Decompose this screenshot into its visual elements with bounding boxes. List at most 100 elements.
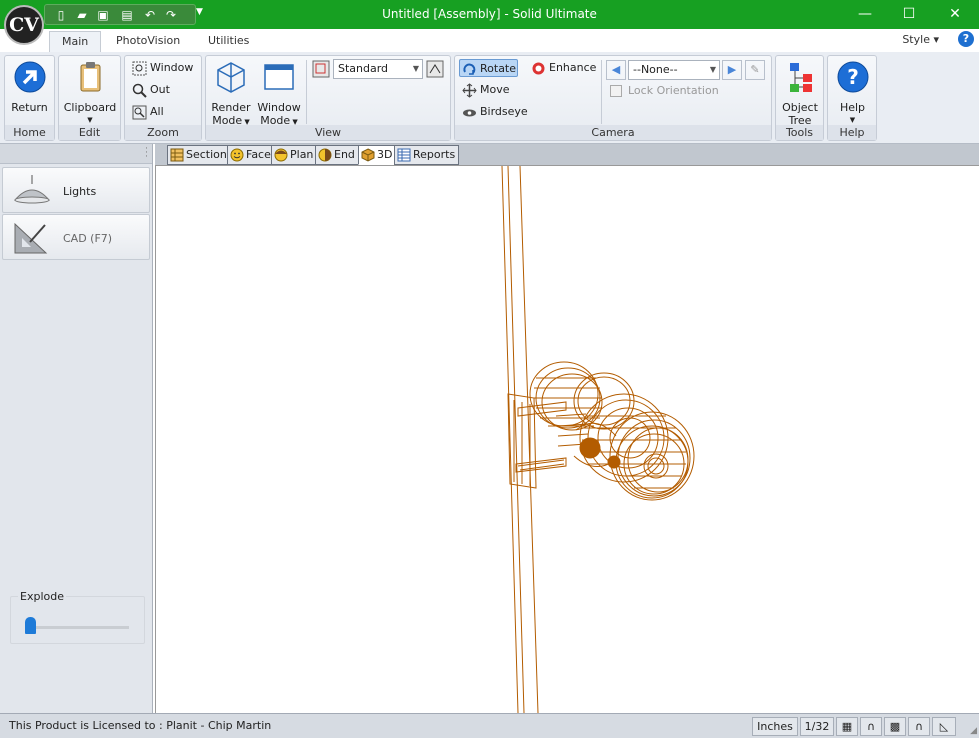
clipboard-label: Clipboard xyxy=(63,101,117,114)
view-select-value: Standard xyxy=(338,62,389,75)
birdseye-label: Birdseye xyxy=(480,105,528,118)
face-icon xyxy=(230,148,244,162)
zoom-window-button[interactable]: Window xyxy=(130,59,193,77)
end-icon xyxy=(318,148,332,162)
cad-panel-button[interactable]: CAD (F7) xyxy=(2,214,150,260)
wireframe-model xyxy=(501,165,695,714)
birdseye-icon xyxy=(463,109,476,117)
tab-utilities[interactable]: Utilities xyxy=(196,31,261,53)
tab-face[interactable]: Face xyxy=(227,145,275,165)
help-button[interactable]: ? Help ▼ xyxy=(830,58,875,127)
group-edit: Clipboard ▼ Edit xyxy=(58,55,121,141)
tab-main[interactable]: Main xyxy=(49,31,102,53)
group-tools: Object Tree Tools xyxy=(775,55,824,141)
ortho-snap-icon[interactable]: ∩ xyxy=(908,717,930,736)
group-zoom: Window Out All Zoom xyxy=(124,55,202,141)
tab-reports[interactable]: Reports xyxy=(394,145,460,165)
zoom-out-label: Out xyxy=(150,83,170,96)
minimize-button[interactable]: — xyxy=(843,0,887,29)
camera-select-value: --None-- xyxy=(633,63,678,76)
maximize-button[interactable]: ☐ xyxy=(887,0,931,29)
zoom-all-label: All xyxy=(150,105,164,118)
return-button[interactable]: Return xyxy=(7,58,52,114)
help-icon: ? xyxy=(837,61,868,93)
lights-panel-button[interactable]: Lights xyxy=(2,167,150,213)
close-button[interactable]: ✕ xyxy=(931,0,979,29)
explode-slider-track[interactable] xyxy=(25,626,129,629)
move-label: Move xyxy=(480,83,510,96)
tab-face-label: Face xyxy=(246,148,271,161)
group-help: ? Help ▼ Help xyxy=(827,55,877,141)
tab-plan[interactable]: Plan xyxy=(271,145,318,165)
magnet-snap-icon[interactable]: ∩ xyxy=(860,717,882,736)
move-button[interactable]: Move xyxy=(460,81,510,99)
window-frame-icon xyxy=(264,64,294,90)
license-text: This Product is Licensed to : Planit - C… xyxy=(9,719,272,732)
sidebar: · · · Lights CAD (F7) Explode xyxy=(0,144,153,713)
return-label: Return xyxy=(11,101,48,114)
explode-slider-thumb[interactable] xyxy=(25,617,36,634)
render-mode-button[interactable]: Render Mode ▼ xyxy=(209,58,253,129)
object-tree-label-1: Object xyxy=(782,101,818,114)
group-label-edit: Edit xyxy=(59,125,120,140)
zoom-all-button[interactable]: All xyxy=(130,103,164,121)
camera-prev-icon[interactable]: ◀ xyxy=(606,60,626,80)
clipboard-button[interactable]: Clipboard ▼ xyxy=(61,58,119,127)
camera-select[interactable]: --None-- ▼ xyxy=(628,60,720,80)
birdseye-button[interactable]: Birdseye xyxy=(460,103,528,121)
object-tree-button[interactable]: Object Tree xyxy=(778,58,822,127)
set-square-icon xyxy=(14,222,48,254)
angle-snap-icon[interactable]: ◺ xyxy=(932,717,956,736)
precision-indicator[interactable]: 1/32 xyxy=(800,717,834,736)
section-icon xyxy=(170,148,184,162)
group-label-zoom: Zoom xyxy=(125,125,201,140)
viewport-3d[interactable] xyxy=(155,165,979,714)
tab-section[interactable]: Section xyxy=(167,145,231,165)
tab-section-label: Section xyxy=(186,148,227,161)
return-arrow-icon xyxy=(14,61,45,93)
tab-end[interactable]: End xyxy=(315,145,359,165)
tab-plan-label: Plan xyxy=(290,148,314,161)
tab-photovision[interactable]: PhotoVision xyxy=(104,31,192,53)
move-icon xyxy=(462,83,477,98)
view-settings-icon[interactable] xyxy=(426,60,444,78)
window-mode-label-1: Window xyxy=(257,101,301,114)
units-indicator[interactable]: Inches xyxy=(752,717,798,736)
lock-orientation-checkbox[interactable] xyxy=(610,85,622,97)
camera-edit-icon[interactable]: ✎ xyxy=(745,60,765,80)
lights-label: Lights xyxy=(63,185,97,198)
status-bar: This Product is Licensed to : Planit - C… xyxy=(0,713,979,738)
ribbon: Return Home Clipboard ▼ Edit Window Out … xyxy=(0,52,979,144)
window-title: Untitled [Assembly] - Solid Ultimate xyxy=(382,7,597,21)
snap-grid-icon[interactable]: ▦ xyxy=(836,717,858,736)
view-tabs-bar: Section Face Plan End 3D Reports xyxy=(155,144,979,166)
enhance-button[interactable]: Enhance xyxy=(529,59,596,77)
style-menu[interactable]: Style ▾ xyxy=(902,33,939,46)
lock-orientation-label: Lock Orientation xyxy=(628,84,719,97)
zoom-out-icon xyxy=(132,83,147,98)
rotate-icon xyxy=(463,63,476,75)
rotate-button[interactable]: Rotate xyxy=(459,59,518,77)
plan-icon xyxy=(274,148,288,162)
cad-label: CAD (F7) xyxy=(63,232,113,245)
reports-icon xyxy=(397,148,411,162)
clipboard-icon xyxy=(80,62,101,92)
app-logo[interactable]: CV xyxy=(4,5,44,45)
lamp-icon xyxy=(13,175,51,204)
camera-next-icon[interactable]: ▶ xyxy=(722,60,742,80)
tab-3d-label: 3D xyxy=(377,148,393,161)
svg-text:?: ? xyxy=(847,65,859,89)
tab-3d[interactable]: 3D xyxy=(358,145,397,165)
group-label-view: View xyxy=(206,125,450,140)
help-circle-icon[interactable]: ? xyxy=(958,31,974,47)
ribbon-tab-bar: Main PhotoVision Utilities Style ▾ ? xyxy=(0,29,979,53)
zoom-all-icon xyxy=(132,105,147,120)
group-label-camera: Camera xyxy=(455,125,771,140)
zoom-out-button[interactable]: Out xyxy=(130,81,170,99)
resize-grip-icon[interactable]: ◢ xyxy=(970,726,977,736)
group-label-tools: Tools xyxy=(776,125,823,140)
window-mode-button[interactable]: Window Mode ▼ xyxy=(254,58,304,129)
view-select[interactable]: Standard ▼ xyxy=(333,59,423,79)
grid-toggle-icon[interactable]: ▩ xyxy=(884,717,906,736)
sidebar-grip-icon[interactable]: · · · xyxy=(145,145,148,162)
